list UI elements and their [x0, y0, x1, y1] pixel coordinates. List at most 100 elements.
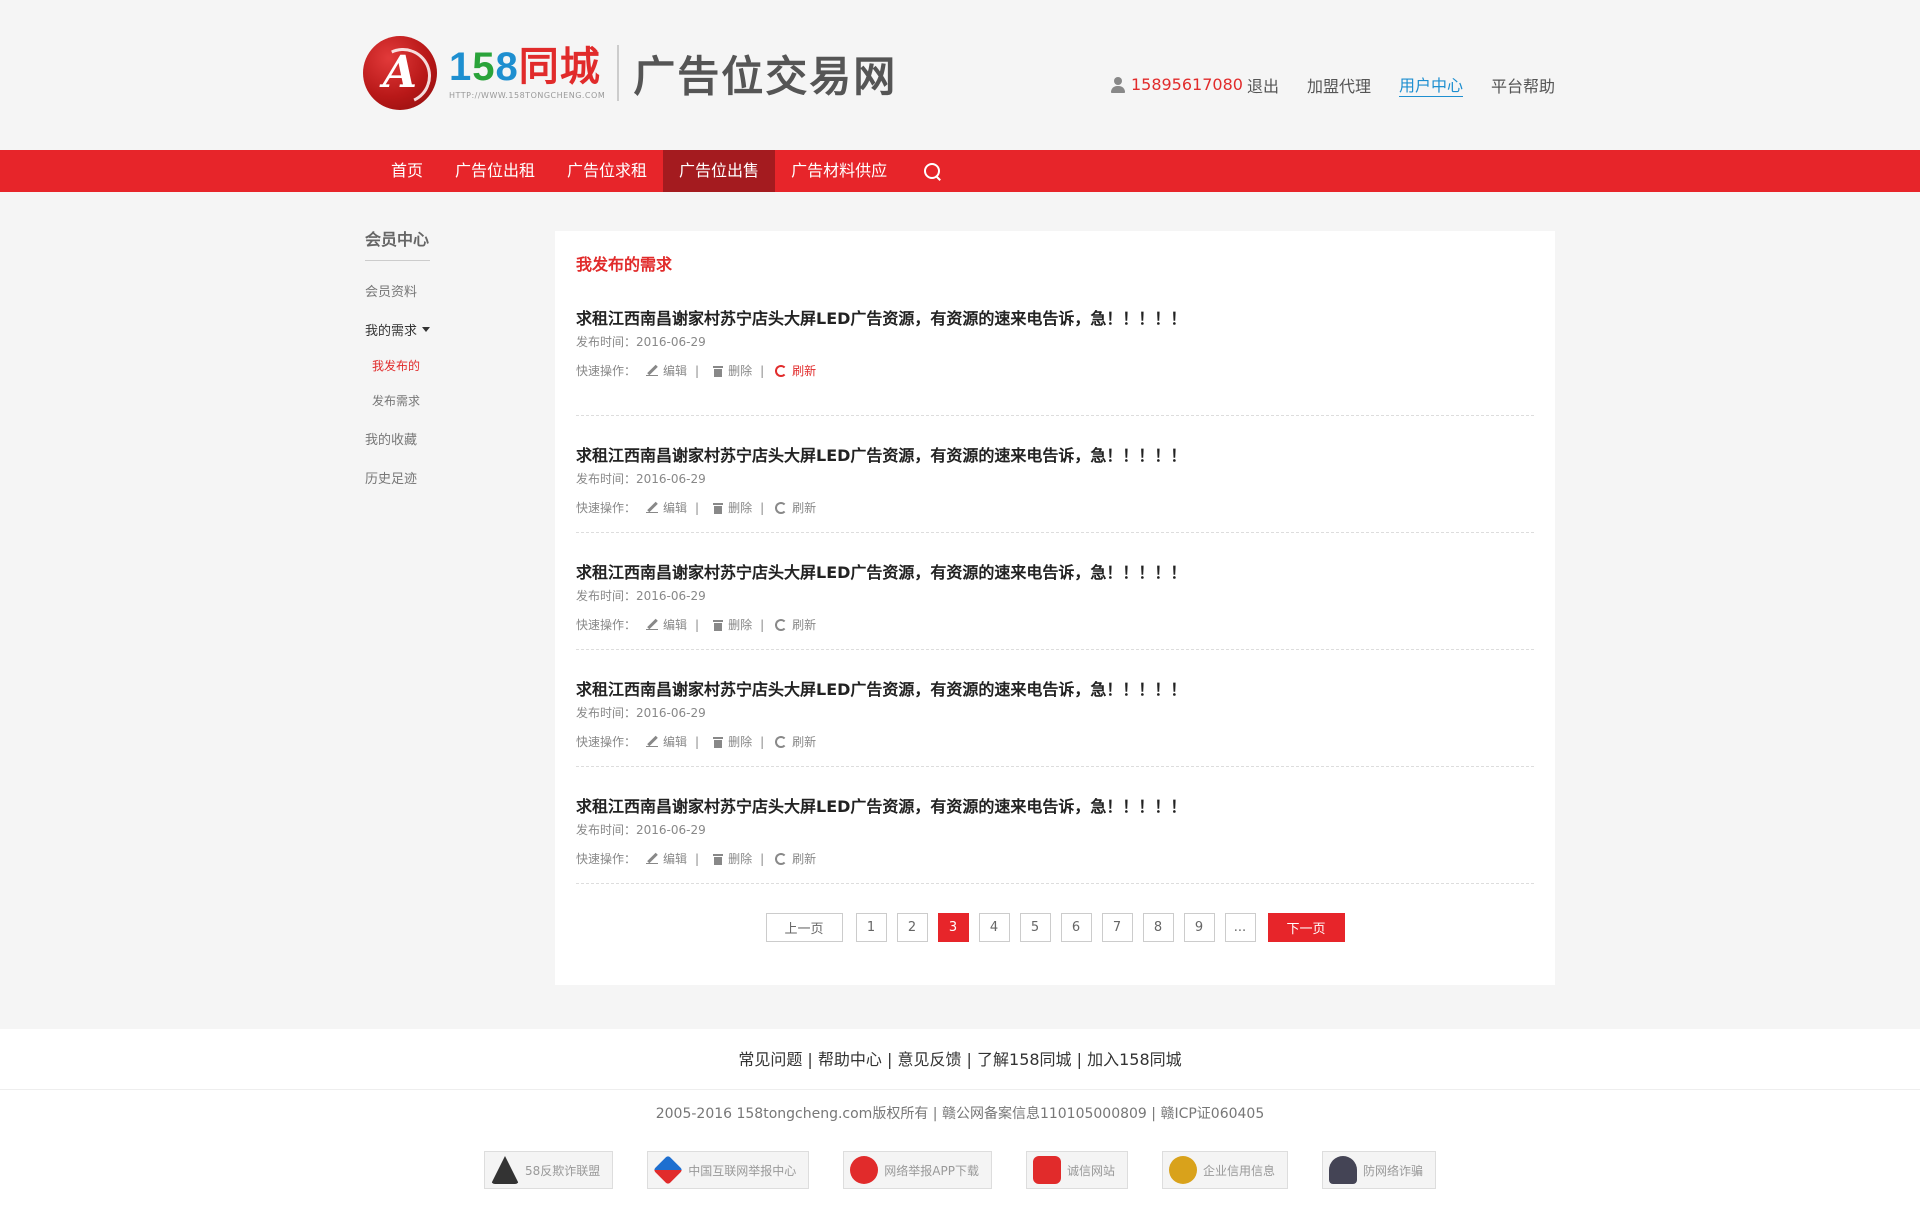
nav-item-ad-materials[interactable]: 广告材料供应	[775, 150, 903, 192]
user-icon	[1110, 76, 1125, 93]
list-item: 求租江西南昌谢家村苏宁店头大屏LED广告资源，有资源的速来电告诉，急！！！！！ 发…	[576, 767, 1534, 884]
logo-brand: 158同城	[449, 44, 601, 89]
next-page-button[interactable]: 下一页	[1267, 913, 1345, 942]
refresh-button[interactable]: 刷新	[771, 616, 816, 633]
refresh-button[interactable]: 刷新	[771, 850, 816, 867]
prev-page-button[interactable]: 上一页	[765, 913, 843, 942]
page-button[interactable]: 5	[1019, 913, 1051, 942]
refresh-icon	[775, 501, 788, 514]
footer-badge[interactable]: 诚信网站	[1025, 1151, 1128, 1189]
page-button[interactable]: 4	[978, 913, 1010, 942]
link-platform-help[interactable]: 平台帮助	[1491, 73, 1555, 97]
footer-links[interactable]: 常见问题 | 帮助中心 | 意见反馈 | 了解158同城 | 加入158同城	[0, 1029, 1920, 1090]
ops-separator: |	[695, 851, 700, 866]
page-button-current[interactable]: 3	[937, 913, 969, 942]
pagination: 上一页 1 2 3 4 5 6 7 8 9 ... 下一页	[555, 913, 1555, 942]
page-button[interactable]: 6	[1060, 913, 1092, 942]
sidebar-subitem-published[interactable]: 我发布的	[365, 357, 515, 374]
page-button[interactable]: 9	[1183, 913, 1215, 942]
list-item: 求租江西南昌谢家村苏宁店头大屏LED广告资源，有资源的速来电告诉，急！！！！！ 发…	[576, 533, 1534, 650]
logo-text: 158同城 HTTP://WWW.158TONGCHENG.COM	[449, 47, 605, 100]
sidebar-item-member-info[interactable]: 会员资料	[365, 281, 515, 300]
nav-item-home[interactable]: 首页	[375, 150, 439, 192]
ops-separator: |	[695, 734, 700, 749]
list-item: 求租江西南昌谢家村苏宁店头大屏LED广告资源，有资源的速来电告诉，急！！！！！ 发…	[576, 299, 1534, 416]
need-title[interactable]: 求租江西南昌谢家村苏宁店头大屏LED广告资源，有资源的速来电告诉，急！！！！！	[576, 767, 1534, 816]
badge-label: 网络举报APP下载	[884, 1163, 979, 1178]
footer-badge[interactable]: 58反欺诈联盟	[483, 1151, 614, 1189]
ops-separator: |	[760, 617, 765, 632]
footer-badge[interactable]: 企业信用信息	[1161, 1151, 1288, 1189]
edit-label: 编辑	[663, 364, 688, 378]
delete-button[interactable]: 删除 |	[706, 733, 771, 750]
caret-down-icon	[422, 327, 431, 332]
ops-separator: |	[695, 617, 700, 632]
list-item: 求租江西南昌谢家村苏宁店头大屏LED广告资源，有资源的速来电告诉，急！！！！！ 发…	[576, 416, 1534, 533]
need-title[interactable]: 求租江西南昌谢家村苏宁店头大屏LED广告资源，有资源的速来电告诉，急！！！！！	[576, 416, 1534, 465]
page-button[interactable]: 8	[1142, 913, 1174, 942]
link-user-center[interactable]: 用户中心	[1398, 72, 1463, 97]
publish-date: 发布时间：2016-06-29	[576, 823, 706, 837]
quick-ops: 快速操作： 编辑 | 删除 | 刷新	[576, 362, 1534, 379]
refresh-label: 刷新	[792, 852, 817, 866]
publish-date: 发布时间：2016-06-29	[576, 472, 706, 486]
footer-badges: 58反欺诈联盟 中国互联网举报中心 网络举报APP下载 诚信网站 企业信用信息 防网络诈骗	[0, 1151, 1920, 1189]
link-join-agent[interactable]: 加盟代理	[1307, 73, 1371, 97]
police-icon	[1329, 1156, 1357, 1184]
delete-button[interactable]: 删除 |	[706, 499, 771, 516]
sidebar-item-history[interactable]: 历史足迹	[365, 468, 515, 487]
refresh-button[interactable]: 刷新	[771, 499, 816, 516]
trash-icon	[713, 619, 724, 631]
ops-label: 快速操作：	[576, 852, 637, 866]
nav-search-button[interactable]	[911, 150, 953, 192]
edit-button[interactable]: 编辑 |	[636, 362, 706, 379]
quick-ops: 快速操作： 编辑 | 删除 | 刷新	[576, 850, 1534, 867]
edit-button[interactable]: 编辑 |	[636, 499, 706, 516]
footer-copyright: 2005-2016 158tongcheng.com版权所有 | 赣公网备案信息…	[655, 1106, 1265, 1122]
ops-label: 快速操作：	[576, 735, 637, 749]
badge-label: 58反欺诈联盟	[524, 1163, 601, 1178]
quick-ops: 快速操作： 编辑 | 删除 | 刷新	[576, 616, 1534, 633]
badge-label: 企业信用信息	[1202, 1163, 1275, 1178]
need-title[interactable]: 求租江西南昌谢家村苏宁店头大屏LED广告资源，有资源的速来电告诉，急！！！！！	[576, 299, 1534, 328]
refresh-button[interactable]: 刷新	[771, 362, 816, 379]
sidebar-subitem-post-need[interactable]: 发布需求	[365, 392, 515, 409]
quick-ops: 快速操作： 编辑 | 删除 | 刷新	[576, 499, 1534, 516]
quick-ops: 快速操作： 编辑 | 删除 | 刷新	[576, 733, 1534, 750]
top-links: 15895617080 退出 加盟代理 用户中心 平台帮助	[1110, 72, 1555, 97]
refresh-button[interactable]: 刷新	[771, 733, 816, 750]
ops-separator: |	[760, 363, 765, 378]
edit-icon	[646, 852, 659, 865]
edit-button[interactable]: 编辑 |	[636, 616, 706, 633]
nav-item-ad-sale[interactable]: 广告位出售	[663, 150, 776, 192]
footer-badge[interactable]: 网络举报APP下载	[843, 1151, 992, 1189]
need-title[interactable]: 求租江西南昌谢家村苏宁店头大屏LED广告资源，有资源的速来电告诉，急！！！！！	[576, 650, 1534, 699]
user-phone[interactable]: 15895617080	[1131, 75, 1243, 94]
delete-button[interactable]: 删除 |	[706, 616, 771, 633]
sidebar-item-favorites[interactable]: 我的收藏	[365, 429, 515, 448]
logo-mark-icon: A	[363, 36, 437, 110]
logout-link[interactable]: 退出	[1247, 73, 1279, 97]
badge-label: 防网络诈骗	[1363, 1163, 1424, 1178]
page-button[interactable]: 7	[1101, 913, 1133, 942]
site-footer: 常见问题 | 帮助中心 | 意见反馈 | 了解158同城 | 加入158同城 2…	[0, 1029, 1920, 1223]
edit-button[interactable]: 编辑 |	[636, 850, 706, 867]
delete-button[interactable]: 删除 |	[706, 362, 771, 379]
report-center-icon	[653, 1155, 684, 1185]
needs-list: 求租江西南昌谢家村苏宁店头大屏LED广告资源，有资源的速来电告诉，急！！！！！ 发…	[576, 299, 1534, 884]
nav-item-ad-wanted[interactable]: 广告位求租	[551, 150, 663, 192]
sidebar-item-my-needs[interactable]: 我的需求	[365, 320, 515, 339]
footer-badge[interactable]: 防网络诈骗	[1322, 1151, 1437, 1189]
badge-label: 诚信网站	[1066, 1163, 1115, 1178]
page-button[interactable]: 1	[855, 913, 887, 942]
refresh-label: 刷新	[792, 364, 817, 378]
site-logo[interactable]: A 158同城 HTTP://WWW.158TONGCHENG.COM 广告位交…	[363, 36, 897, 110]
need-title[interactable]: 求租江西南昌谢家村苏宁店头大屏LED广告资源，有资源的速来电告诉，急！！！！！	[576, 533, 1534, 582]
delete-label: 删除	[728, 364, 753, 378]
footer-badge[interactable]: 中国互联网举报中心	[647, 1151, 810, 1189]
nav-item-ad-rent-out[interactable]: 广告位出租	[439, 150, 551, 192]
delete-label: 删除	[728, 735, 753, 749]
page-button[interactable]: 2	[896, 913, 928, 942]
delete-button[interactable]: 删除 |	[706, 850, 771, 867]
edit-button[interactable]: 编辑 |	[636, 733, 706, 750]
